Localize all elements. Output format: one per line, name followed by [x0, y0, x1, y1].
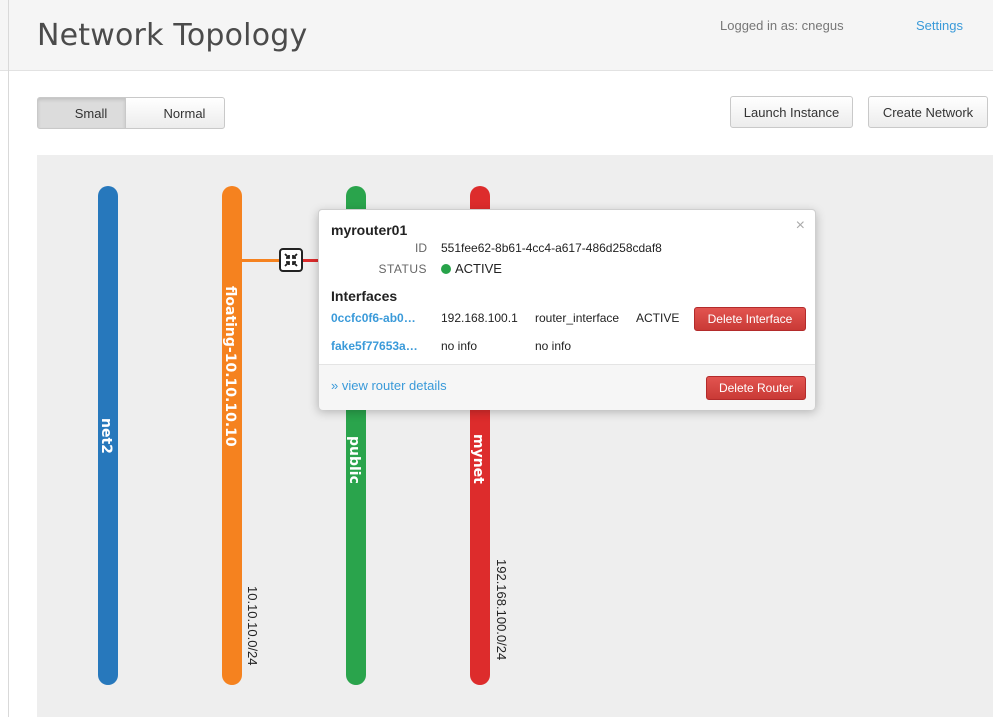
delete-router-button[interactable]: Delete Router [706, 376, 806, 400]
close-icon[interactable]: × [796, 217, 805, 235]
interface-ip: no info [441, 339, 478, 353]
network-net2[interactable]: net2 [98, 186, 118, 685]
interface-type: no info [535, 339, 572, 353]
interfaces-heading: Interfaces [331, 288, 398, 304]
grid-small-icon [56, 108, 69, 119]
view-router-details-link[interactable]: » view router details [331, 378, 447, 393]
router-popup: × myrouter01 ID 551fee62-8b61-4cc4-a617-… [318, 209, 816, 410]
normal-view-button[interactable]: Normal [125, 97, 225, 129]
router-status: ACTIVE [441, 261, 502, 276]
normal-view-label: Normal [163, 105, 206, 121]
delete-interface-button[interactable]: Delete Interface [694, 307, 806, 331]
router-status-label: STATUS [378, 262, 427, 276]
network-floating[interactable]: floating-10.10.10.10 [222, 186, 242, 685]
router-link-mynet [302, 259, 318, 262]
create-network-button[interactable]: Create Network [868, 96, 988, 128]
router-id-value: 551fee62-8b61-4cc4-a617-486d258cdaf8 [441, 241, 662, 255]
network-label-floating: floating-10.10.10.10 [222, 286, 238, 447]
network-label-public: public [346, 436, 362, 484]
page-header: Network Topology Logged in as: cnegus Se… [0, 0, 993, 71]
network-cidr-floating: 10.10.10.0/24 [245, 586, 260, 666]
grid-large-icon [145, 107, 158, 119]
page-title: Network Topology [37, 18, 308, 53]
router-name: myrouter01 [331, 222, 408, 238]
left-border [8, 0, 9, 717]
interface-ip: 192.168.100.1 [441, 311, 518, 325]
logged-in-text: Logged in as: cnegus [720, 18, 844, 33]
interface-link[interactable]: fake5f77653a… [331, 339, 439, 353]
launch-instance-button[interactable]: Launch Instance [730, 96, 853, 128]
router-link-floating [242, 259, 280, 262]
network-label-mynet: mynet [470, 434, 486, 484]
router-id-label: ID [415, 241, 427, 255]
small-view-button[interactable]: Small [37, 97, 126, 129]
network-cidr-mynet: 192.168.100.0/24 [494, 559, 509, 661]
popup-footer: » view router details Delete Router [319, 364, 815, 410]
small-view-label: Small [74, 105, 108, 121]
router-status-value: ACTIVE [455, 261, 502, 276]
settings-link[interactable]: Settings [916, 18, 963, 33]
network-label-net2: net2 [98, 418, 114, 454]
interface-link[interactable]: 0ccfc0f6-ab0… [331, 311, 439, 325]
interface-type: router_interface [535, 311, 620, 325]
router-icon[interactable] [279, 248, 303, 272]
interface-status: ACTIVE [636, 311, 680, 325]
status-active-icon [441, 263, 451, 274]
